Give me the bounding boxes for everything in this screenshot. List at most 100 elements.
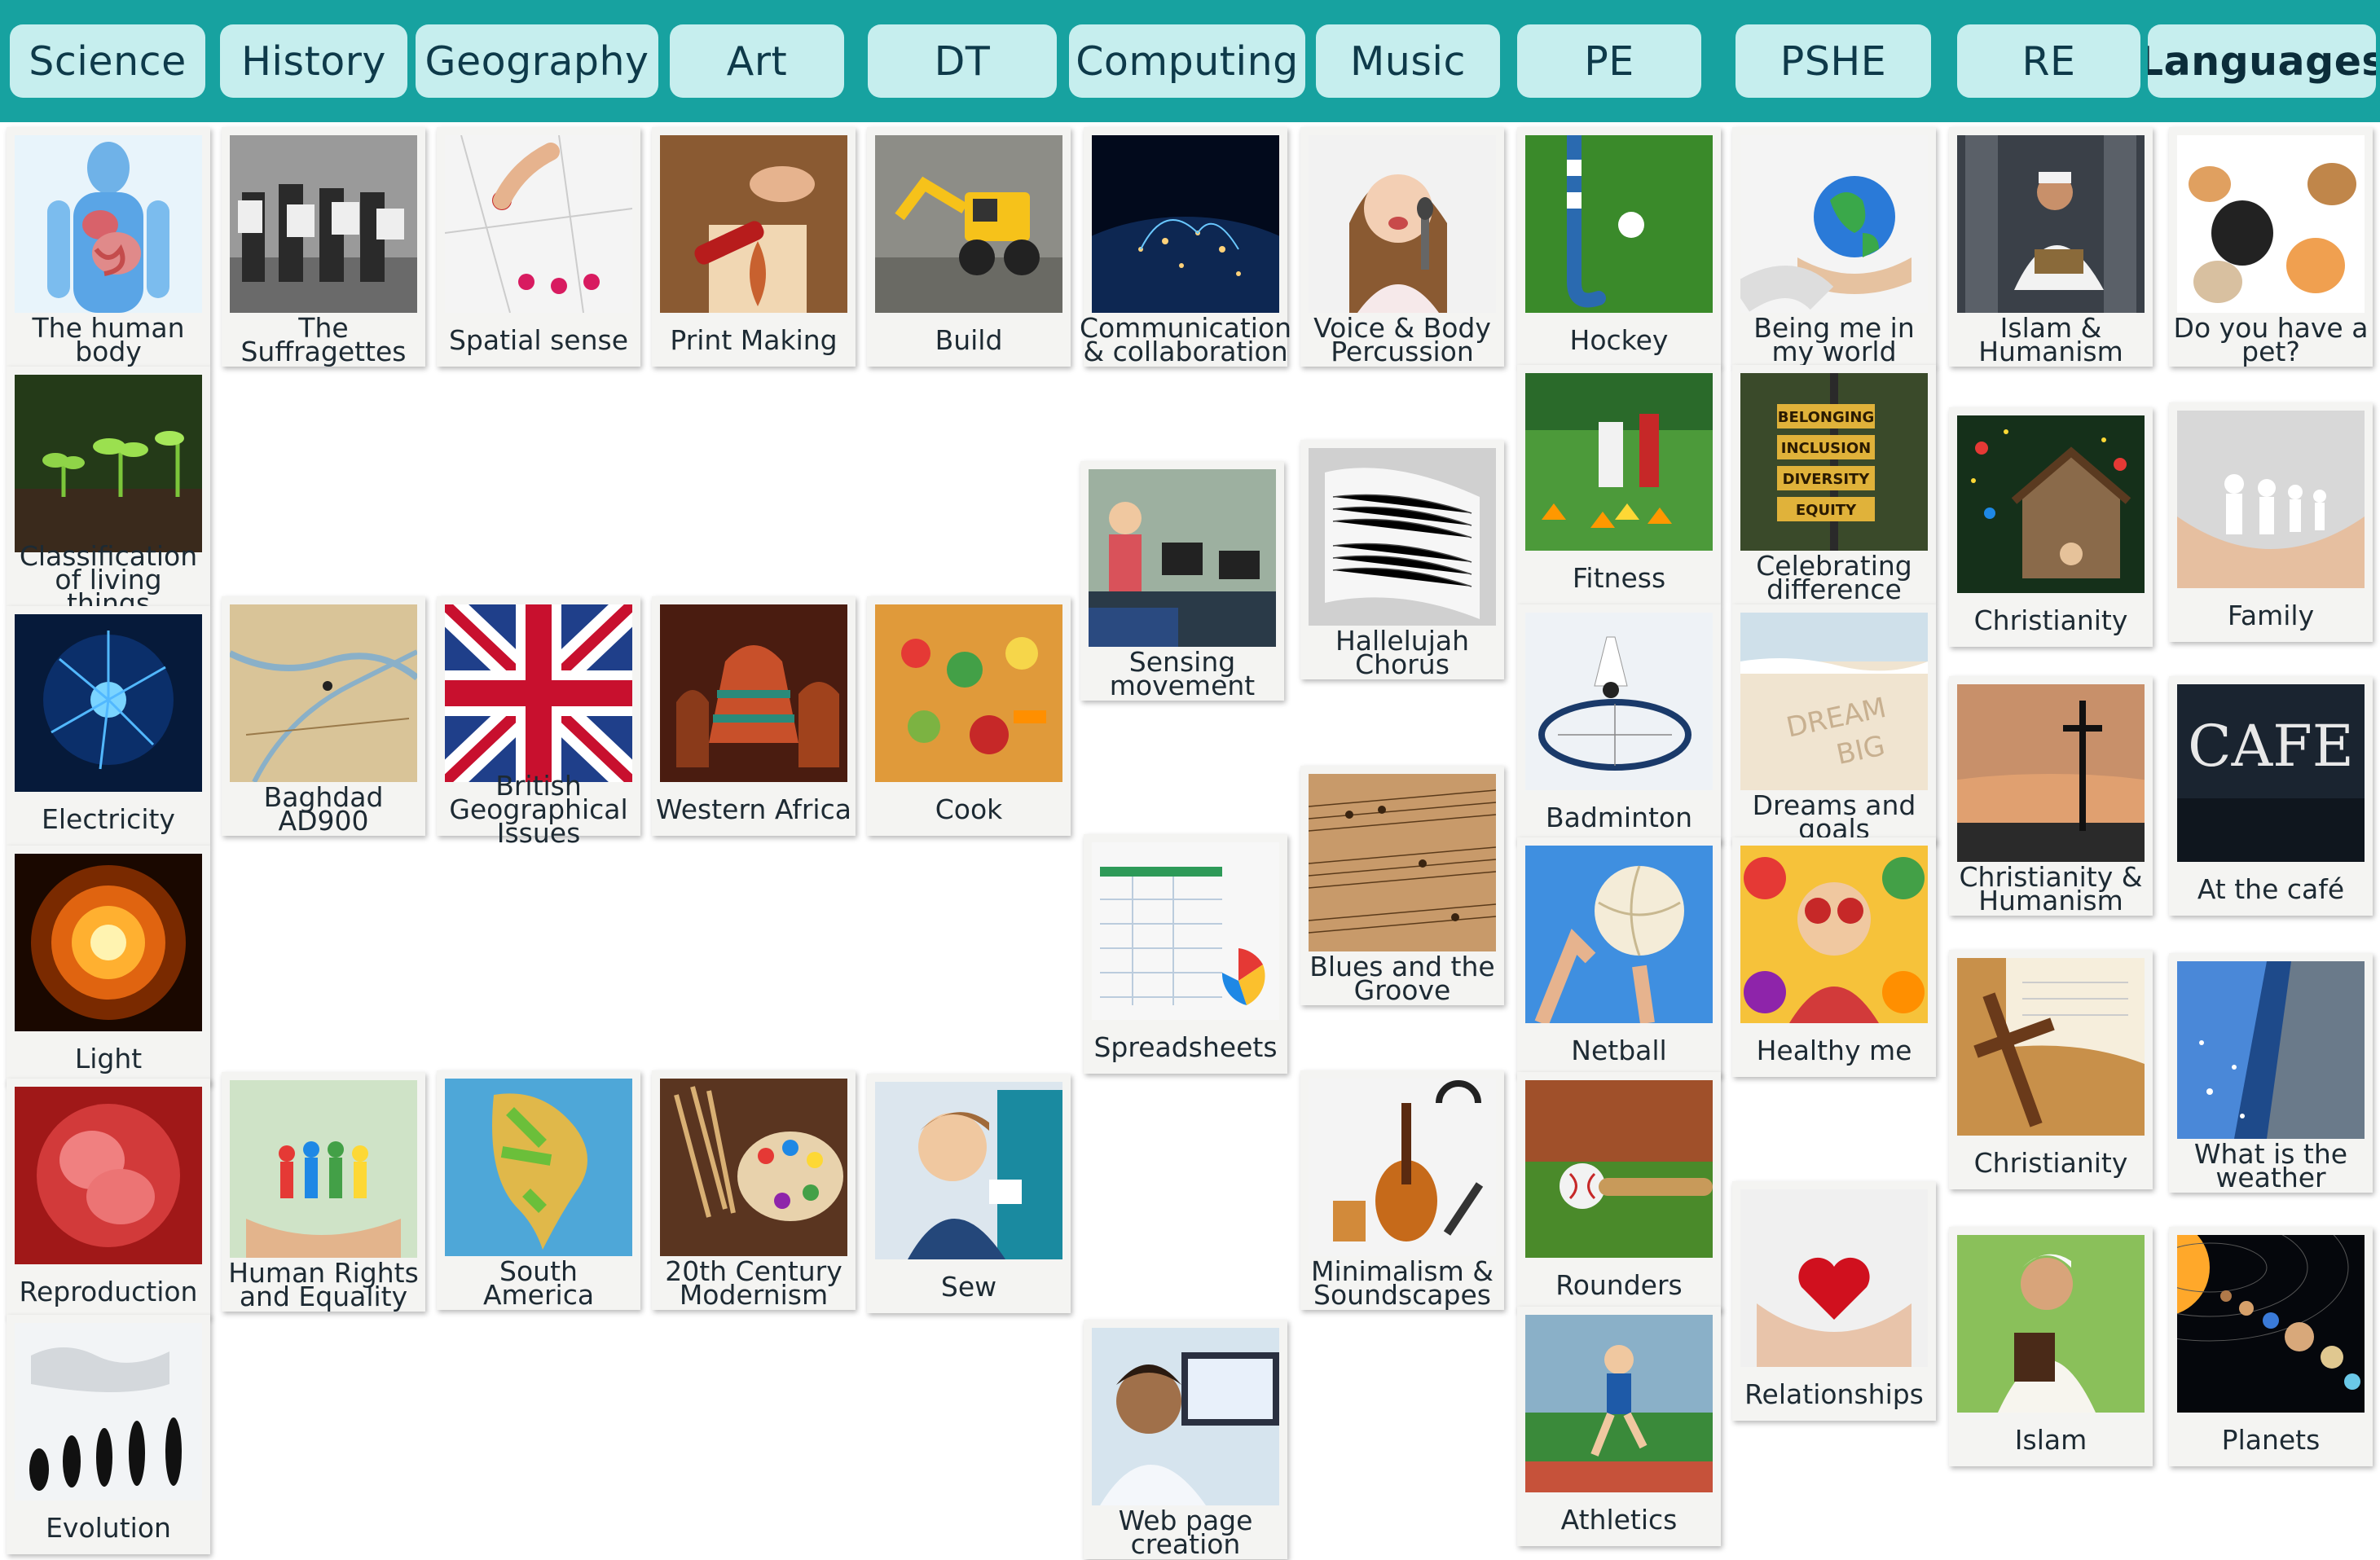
paper-people-icon (230, 1080, 417, 1258)
tab-art[interactable]: Art (670, 24, 844, 98)
tab-science[interactable]: Science (10, 24, 205, 98)
topic-card-south-america[interactable]: South America (437, 1070, 640, 1310)
topic-card-christianity-humanism[interactable]: Christianity & Humanism (1949, 676, 2153, 916)
child-sewing-icon (875, 1082, 1062, 1259)
sign-word: BELONGING (1778, 409, 1875, 426)
topic-card-healthy-me[interactable]: Healthy me (1732, 837, 1936, 1077)
topic-label: Netball (1571, 1034, 1667, 1066)
sheet-music-icon (1309, 448, 1496, 626)
topic-label: Being me in my world (1753, 312, 1915, 367)
topic-label: Planets (2221, 1423, 2321, 1456)
subject-tab-bar: Science History Geography Art DT Computi… (0, 0, 2380, 122)
topic-card-family[interactable]: Family (2169, 402, 2373, 642)
topic-label: Hallelujah Chorus (1335, 625, 1470, 680)
topic-card-islam-humanism[interactable]: Islam & Humanism (1949, 127, 2153, 367)
topic-card-modernism[interactable]: 20th Century Modernism (652, 1070, 856, 1310)
topic-card-suffragettes[interactable]: The Suffragettes (222, 127, 425, 367)
topic-card-christianity-1[interactable]: Christianity (1949, 407, 2153, 647)
topic-card-relationships[interactable]: Relationships (1732, 1181, 1936, 1421)
singer-icon (1309, 135, 1496, 313)
topic-card-cafe[interactable]: CAFE At the café (2169, 676, 2373, 916)
classroom-icon (1089, 469, 1276, 647)
tab-history[interactable]: History (220, 24, 407, 98)
topic-card-cook[interactable]: Cook (867, 596, 1071, 836)
topic-label: Athletics (1560, 1503, 1678, 1536)
topic-card-electricity[interactable]: Electricity (7, 606, 210, 846)
topic-card-spatial-sense[interactable]: Spatial sense (437, 127, 640, 367)
topic-label: Do you have a pet? (2173, 312, 2369, 367)
instruments-icon (1309, 1079, 1496, 1256)
topic-card-human-rights[interactable]: Human Rights and Equality (222, 1072, 425, 1312)
topic-card-sensing-movement[interactable]: Sensing movement (1080, 461, 1284, 701)
topic-card-light[interactable]: Light (7, 846, 210, 1085)
tab-pe[interactable]: PE (1517, 24, 1701, 98)
topic-label: Hockey (1569, 323, 1669, 356)
topic-card-minimalism[interactable]: Minimalism & Soundscapes (1300, 1070, 1504, 1310)
topic-card-british-geo[interactable]: British Geographical Issues (437, 596, 640, 846)
topic-label: Print Making (670, 323, 838, 356)
topic-label: Fitness (1572, 561, 1666, 594)
topic-card-islam[interactable]: Islam (1949, 1227, 2153, 1466)
topic-card-weather[interactable]: What is the weather (2169, 953, 2373, 1193)
bat-ball-icon (1525, 1080, 1713, 1258)
reader-icon (1957, 135, 2145, 313)
spreadsheet-icon (1092, 842, 1279, 1020)
topic-label: The human body (32, 312, 185, 367)
topic-card-athletics[interactable]: Athletics (1517, 1307, 1721, 1546)
globe-icon (445, 1079, 632, 1256)
tab-dt[interactable]: DT (868, 24, 1057, 98)
topic-card-western-africa[interactable]: Western Africa (652, 596, 856, 836)
union-flag-icon (445, 604, 632, 782)
paper-family-icon (2177, 411, 2365, 588)
topic-card-print-making[interactable]: Print Making (652, 127, 856, 367)
topic-card-evolution[interactable]: Evolution (7, 1315, 210, 1554)
topic-label: Islam & Humanism (1978, 312, 2123, 367)
topic-card-celebrating-difference[interactable]: BELONGING INCLUSION DIVERSITY EQUITY Celebr… (1732, 365, 1936, 604)
tab-languages[interactable]: Languages (2148, 24, 2376, 98)
tab-music[interactable]: Music (1316, 24, 1500, 98)
topic-card-badminton[interactable]: Badminton (1517, 604, 1721, 844)
topic-label: Light (74, 1042, 143, 1074)
tab-geography[interactable]: Geography (416, 24, 658, 98)
topic-card-netball[interactable]: Netball (1517, 837, 1721, 1077)
topic-card-reproduction[interactable]: Reproduction (7, 1079, 210, 1318)
topic-card-fitness[interactable]: Fitness (1517, 365, 1721, 604)
evolution-icon (15, 1323, 202, 1501)
topic-label: Family (2227, 599, 2315, 631)
topic-label: 20th Century Modernism (665, 1255, 842, 1311)
tab-pshe[interactable]: PSHE (1736, 24, 1931, 98)
tab-computing[interactable]: Computing (1069, 24, 1305, 98)
network-globe-icon (1092, 135, 1279, 313)
vegetables-icon (875, 604, 1062, 782)
digger-icon (875, 135, 1062, 313)
topic-label: Spreadsheets (1093, 1030, 1278, 1063)
topic-card-human-body[interactable]: The human body (7, 127, 210, 367)
topic-card-blues-groove[interactable]: Blues and the Groove (1300, 766, 1504, 1005)
topic-card-voice-body[interactable]: Voice & Body Percussion (1300, 127, 1504, 367)
topic-label: Spatial sense (448, 323, 628, 356)
topic-label: Evolution (46, 1511, 171, 1544)
tab-re[interactable]: RE (1957, 24, 2140, 98)
topic-label: Build (935, 323, 1003, 356)
topic-card-classification[interactable]: Classification of living things (7, 367, 210, 617)
topic-card-baghdad[interactable]: Baghdad AD900 (222, 596, 425, 836)
topic-card-spreadsheets[interactable]: Spreadsheets (1084, 834, 1287, 1074)
topic-card-pets[interactable]: Do you have a pet? (2169, 127, 2373, 367)
topic-card-rounders[interactable]: Rounders (1517, 1072, 1721, 1312)
topic-card-hockey[interactable]: Hockey (1517, 127, 1721, 367)
signpost-icon: BELONGING INCLUSION DIVERSITY EQUITY (1740, 373, 1928, 551)
topic-card-hallelujah[interactable]: Hallelujah Chorus (1300, 440, 1504, 679)
topic-card-dreams-goals[interactable]: DREAM BIG Dreams and goals (1732, 604, 1936, 844)
topic-card-being-me[interactable]: Being me in my world (1732, 127, 1936, 367)
topic-card-web-page[interactable]: Web page creation (1084, 1320, 1287, 1559)
earth-hands-icon (1740, 135, 1928, 313)
topic-card-communication[interactable]: Communication & collaboration (1080, 127, 1291, 367)
topic-card-build[interactable]: Build (867, 127, 1071, 367)
crucifix-icon (1957, 684, 2145, 862)
cafe-sign-icon: CAFE (2177, 684, 2365, 862)
topic-card-christianity-2[interactable]: Christianity (1949, 950, 2153, 1189)
topic-card-planets[interactable]: Planets (2169, 1227, 2373, 1466)
topic-card-sew[interactable]: Sew (867, 1074, 1071, 1313)
print-roller-icon (660, 135, 847, 313)
runner-icon (1525, 1315, 1713, 1492)
